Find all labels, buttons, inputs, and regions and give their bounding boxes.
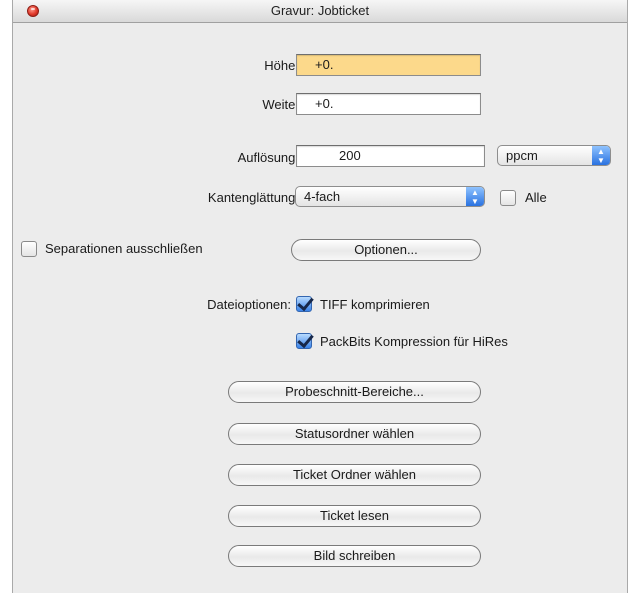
- probeschnitt-button[interactable]: Probeschnitt-Bereiche...: [228, 381, 481, 403]
- jobticket-window: Gravur: Jobticket Höhe: +0. Weite: +0. A…: [12, 0, 628, 593]
- ticketlesen-button[interactable]: Ticket lesen: [228, 505, 481, 527]
- aufloesung-label: Auflösung:: [237, 150, 299, 165]
- weite-label: Weite:: [262, 97, 299, 112]
- dateioptionen-label: Dateioptionen:: [207, 297, 291, 312]
- hoehe-label: Höhe:: [264, 58, 299, 73]
- alle-checkbox[interactable]: [500, 190, 516, 206]
- unit-select-value: ppcm: [506, 148, 538, 163]
- close-icon[interactable]: [27, 5, 39, 17]
- window-title: Gravur: Jobticket: [270, 3, 370, 18]
- hoehe-value: +0.: [315, 57, 334, 72]
- optionen-button[interactable]: Optionen...: [291, 239, 481, 261]
- popup-arrows-icon: ▲ ▼: [466, 187, 484, 206]
- packbits-checkbox[interactable]: [296, 333, 312, 349]
- weite-field[interactable]: +0.: [296, 93, 481, 115]
- unit-select[interactable]: ppcm ▲ ▼: [497, 145, 611, 166]
- hoehe-field[interactable]: +0.: [296, 54, 481, 76]
- separationen-label: Separationen ausschließen: [45, 241, 203, 256]
- popup-arrows-icon: ▲ ▼: [592, 146, 610, 165]
- aufloesung-value: 200: [339, 148, 361, 163]
- aufloesung-field[interactable]: 200: [296, 145, 485, 167]
- kantenglaettung-select[interactable]: 4-fach ▲ ▼: [295, 186, 485, 207]
- packbits-label: PackBits Kompression für HiRes: [320, 334, 508, 349]
- kantenglaettung-label: Kantenglättung:: [207, 190, 299, 205]
- bildschreiben-button[interactable]: Bild schreiben: [228, 545, 481, 567]
- ticketordner-button[interactable]: Ticket Ordner wählen: [228, 464, 481, 486]
- weite-value: +0.: [315, 96, 334, 111]
- statusordner-button[interactable]: Statusordner wählen: [228, 423, 481, 445]
- title-bar[interactable]: Gravur: Jobticket: [13, 0, 627, 23]
- tiff-label: TIFF komprimieren: [320, 297, 430, 312]
- kantenglaettung-value: 4-fach: [304, 189, 341, 204]
- separationen-checkbox[interactable]: [21, 241, 37, 257]
- alle-label: Alle: [525, 190, 547, 205]
- tiff-checkbox[interactable]: [296, 296, 312, 312]
